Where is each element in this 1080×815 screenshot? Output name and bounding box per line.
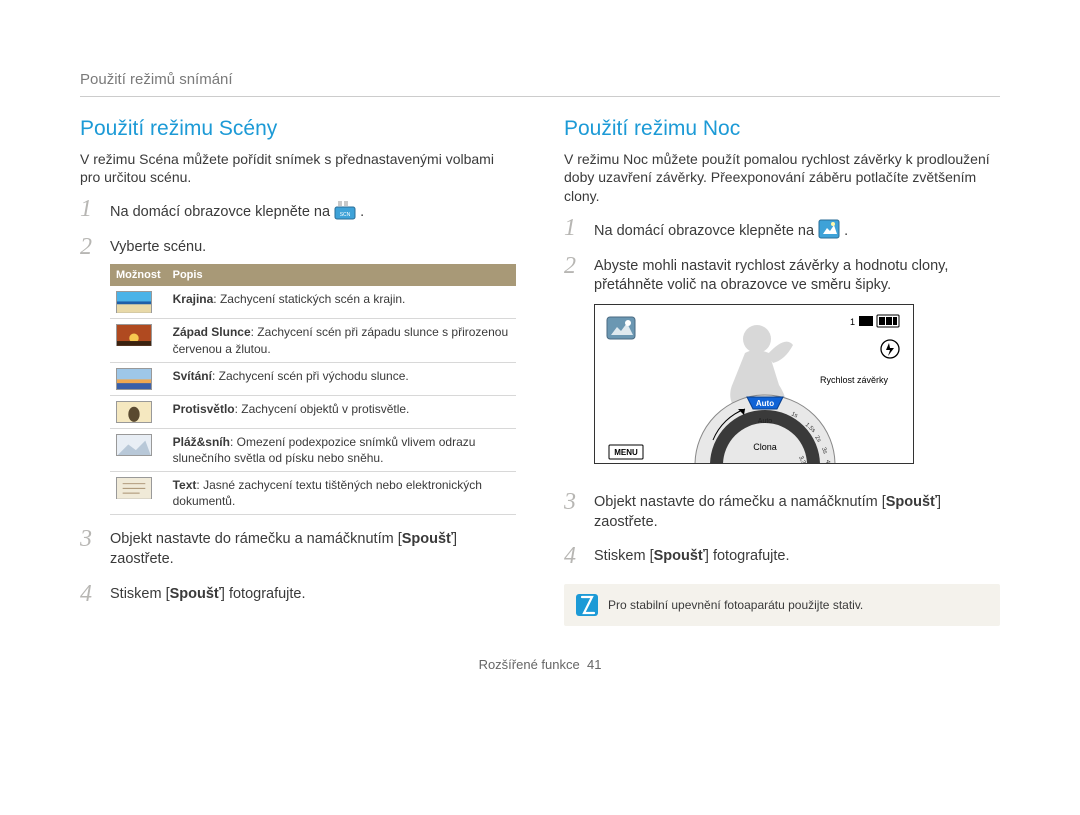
step-number: 2 — [80, 235, 102, 516]
note-icon — [576, 594, 598, 616]
night-step-3: 3 Objekt nastavte do rámečku a namáčknut… — [564, 490, 1000, 532]
step-number: 3 — [80, 527, 102, 569]
period: . — [360, 204, 364, 220]
svg-text:4s: 4s — [824, 460, 831, 464]
shutter-word: Spoušť — [886, 494, 937, 510]
night-intro: V režimu Noc můžete použít pomalou rychl… — [564, 150, 1000, 207]
option-desc: Krajina: Zachycení statických scén a kra… — [167, 286, 516, 319]
table-row: Krajina: Zachycení statických scén a kra… — [110, 286, 516, 319]
scene-title: Použití režimu Scény — [80, 115, 516, 143]
column-scene: Použití režimu Scény V režimu Scéna může… — [80, 115, 516, 626]
table-row: Protisvětlo: Zachycení objektů v protisv… — [110, 395, 516, 428]
scene-step-2: 2 Vyberte scénu. Možnost Popis Krajina: … — [80, 235, 516, 516]
counter-text: 1 — [850, 317, 855, 327]
shutter-word: Spoušť — [654, 548, 705, 564]
step-text: Na domácí obrazovce klepněte na — [594, 223, 814, 239]
scene-options-table: Možnost Popis Krajina: Zachycení statick… — [110, 264, 516, 516]
table-header-desc: Popis — [167, 264, 516, 287]
table-header-option: Možnost — [110, 264, 167, 287]
note-text: Pro stabilní upevnění fotoaparátu použij… — [608, 597, 863, 613]
table-row: Pláž&sníh: Omezení podexpozice snímků vl… — [110, 428, 516, 471]
table-row: Západ Slunce: Zachycení scén při západu … — [110, 319, 516, 362]
step-text: Abyste mohli nastavit rychlost závěrky a… — [594, 258, 948, 294]
night-step-1: 1 Na domácí obrazovce klepněte na . — [564, 216, 1000, 242]
scene-intro: V režimu Scéna můžete pořídit snímek s p… — [80, 150, 516, 188]
page-header: Použití režimů snímání — [80, 70, 1000, 97]
scene-step-4: 4 Stiskem [Spoušť] fotografujte. — [80, 582, 516, 606]
step-number: 4 — [564, 544, 586, 568]
shutter-word: Spoušť — [402, 531, 453, 547]
step-number: 3 — [564, 490, 586, 532]
night-title: Použití režimu Noc — [564, 115, 1000, 143]
column-night: Použití režimu Noc V režimu Noc můžete p… — [564, 115, 1000, 626]
option-desc: Svítání: Zachycení scén při východu slun… — [167, 362, 516, 395]
scene-step-3: 3 Objekt nastavte do rámečku a namáčknut… — [80, 527, 516, 569]
step-number: 4 — [80, 582, 102, 606]
step-number: 2 — [564, 254, 586, 478]
option-desc: Západ Slunce: Zachycení scén při západu … — [167, 319, 516, 362]
option-desc: Pláž&sníh: Omezení podexpozice snímků vl… — [167, 428, 516, 471]
footer-page: 41 — [587, 657, 601, 672]
table-row: Text: Jasné zachycení textu tištěných ne… — [110, 472, 516, 515]
option-thumb — [110, 428, 167, 471]
tripod-note: Pro stabilní upevnění fotoaparátu použij… — [564, 584, 1000, 626]
step-number: 1 — [80, 197, 102, 223]
period: . — [844, 223, 848, 239]
option-thumb — [110, 362, 167, 395]
step-text: Vyberte scénu. — [110, 239, 206, 255]
night-step-4: 4 Stiskem [Spoušť] fotografujte. — [564, 544, 1000, 568]
night-mode-icon — [818, 219, 840, 239]
step-number: 1 — [564, 216, 586, 242]
option-thumb — [110, 395, 167, 428]
scene-mode-icon: SCN — [334, 200, 356, 220]
footer-section: Rozšířené funkce — [479, 657, 580, 672]
option-thumb — [110, 319, 167, 362]
step-text: Objekt nastavte do rámečku a namáčknutím… — [594, 494, 886, 510]
option-thumb — [110, 286, 167, 319]
svg-text:SCN: SCN — [340, 212, 351, 218]
step-text: Stiskem [ — [594, 548, 654, 564]
option-thumb — [110, 472, 167, 515]
dial-illustration: 1 Rychlost závěrky — [594, 304, 914, 464]
svg-text:Clona: Clona — [753, 442, 777, 452]
step-text: ] fotografujte. — [221, 586, 306, 602]
option-desc: Text: Jasné zachycení textu tištěných ne… — [167, 472, 516, 515]
step-text: ] fotografujte. — [705, 548, 790, 564]
shutter-word: Spoušť — [170, 586, 221, 602]
svg-text:Auto: Auto — [756, 399, 774, 408]
night-step-2: 2 Abyste mohli nastavit rychlost závěrky… — [564, 254, 1000, 478]
step-text: Objekt nastavte do rámečku a namáčknutím… — [110, 531, 402, 547]
option-desc: Protisvětlo: Zachycení objektů v protisv… — [167, 395, 516, 428]
step-text: Na domácí obrazovce klepněte na — [110, 204, 330, 220]
svg-text:Auto: Auto — [758, 418, 773, 425]
page-footer: Rozšířené funkce 41 — [80, 656, 1000, 674]
step-text: Stiskem [ — [110, 586, 170, 602]
table-row: Svítání: Zachycení scén při východu slun… — [110, 362, 516, 395]
svg-text:MENU: MENU — [614, 448, 638, 457]
shutter-speed-label: Rychlost závěrky — [820, 375, 889, 385]
scene-step-1: 1 Na domácí obrazovce klepněte na SCN . — [80, 197, 516, 223]
